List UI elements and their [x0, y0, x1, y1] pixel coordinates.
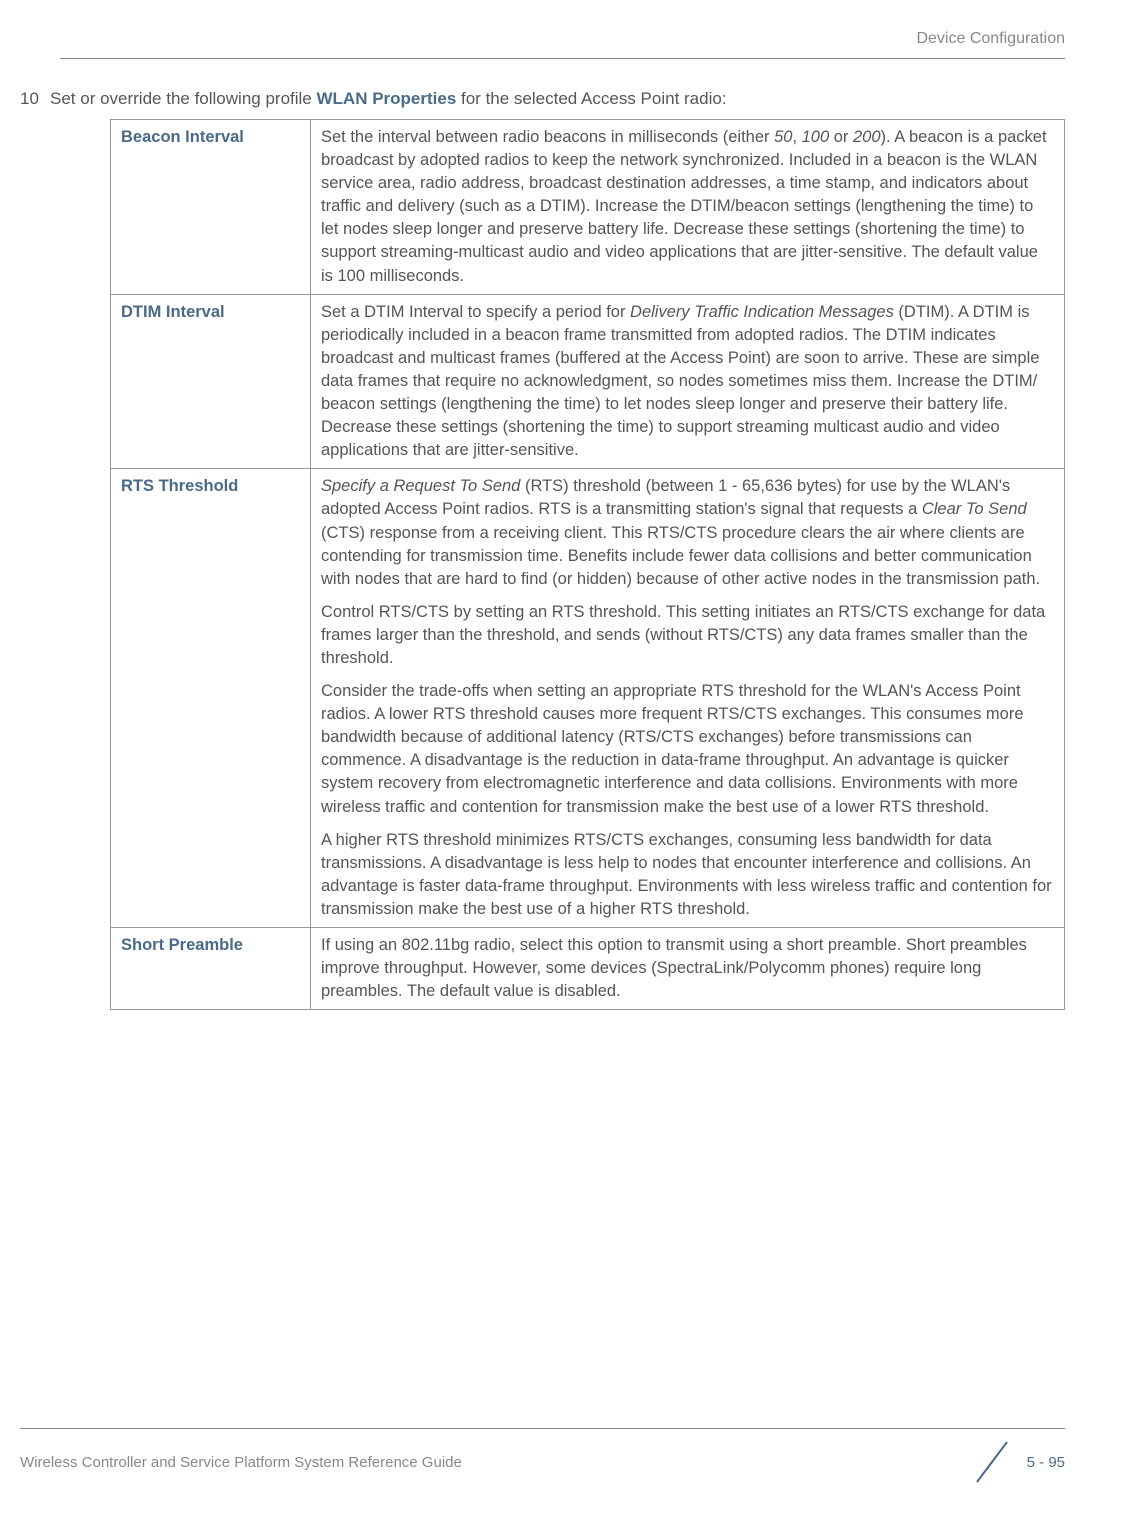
footer-text: Wireless Controller and Service Platform…: [20, 1454, 462, 1471]
text-segment: (DTIM). A DTIM is periodically included …: [321, 303, 1039, 460]
description-paragraph: Consider the trade-offs when setting an …: [321, 680, 1054, 819]
instruction-line: 10Set or override the following profile …: [20, 89, 1065, 109]
page-footer: Wireless Controller and Service Platform…: [0, 1428, 1125, 1487]
text-segment: or: [829, 128, 853, 146]
instruction-bold: WLAN Properties: [316, 89, 456, 108]
header-divider: [60, 58, 1065, 59]
table-row: Beacon Interval Set the interval between …: [111, 120, 1065, 295]
text-segment: Specify a Request To Send: [321, 477, 520, 495]
text-segment: Set a DTIM Interval to specify a period …: [321, 303, 630, 321]
description-paragraph: Set a DTIM Interval to specify a period …: [321, 301, 1054, 463]
footer-content: Wireless Controller and Service Platform…: [20, 1437, 1065, 1487]
page-header: Device Configuration: [0, 0, 1125, 58]
property-label: Short Preamble: [111, 928, 311, 1010]
wlan-properties-table: Beacon Interval Set the interval between …: [110, 119, 1065, 1010]
text-segment: Consider the trade-offs when setting an …: [321, 682, 1024, 815]
description-paragraph: A higher RTS threshold minimizes RTS/CTS…: [321, 829, 1054, 921]
text-segment: If using an 802.11bg radio, select this …: [321, 936, 1027, 1000]
text-segment: 50: [774, 128, 792, 146]
property-description: Set a DTIM Interval to specify a period …: [311, 294, 1065, 469]
table-row: RTS ThresholdSpecify a Request To Send (…: [111, 469, 1065, 928]
footer-divider: [20, 1428, 1065, 1429]
description-paragraph: Specify a Request To Send (RTS) threshol…: [321, 475, 1054, 590]
text-segment: Control RTS/CTS by setting an RTS thresh…: [321, 603, 1045, 667]
property-label: DTIM Interval: [111, 294, 311, 469]
property-description: If using an 802.11bg radio, select this …: [311, 928, 1065, 1010]
instruction-suffix: for the selected Access Point radio:: [456, 89, 726, 108]
text-segment: A higher RTS threshold minimizes RTS/CTS…: [321, 831, 1052, 918]
text-segment: ). A beacon is a packet broadcast by ado…: [321, 128, 1047, 285]
description-paragraph: If using an 802.11bg radio, select this …: [321, 934, 1054, 1003]
page-number: 5 - 95: [1027, 1454, 1065, 1471]
header-section-title: Device Configuration: [916, 30, 1065, 47]
text-segment: Clear To Send: [922, 500, 1027, 518]
instruction-text: Set or override the following profile WL…: [50, 89, 727, 108]
table-row: Short PreambleIf using an 802.11bg radio…: [111, 928, 1065, 1010]
text-segment: 200: [853, 128, 881, 146]
description-paragraph: Control RTS/CTS by setting an RTS thresh…: [321, 601, 1054, 670]
text-segment: Set the interval between radio beacons i…: [321, 128, 774, 146]
instruction-prefix: Set or override the following profile: [50, 89, 316, 108]
property-label: Beacon Interval: [111, 120, 311, 295]
instruction-number: 10: [20, 89, 50, 109]
page-slash-icon: [967, 1437, 1017, 1487]
page-number-container: 5 - 95: [967, 1437, 1065, 1487]
property-description: Specify a Request To Send (RTS) threshol…: [311, 469, 1065, 928]
text-segment: (CTS) response from a receiving client. …: [321, 524, 1040, 588]
text-segment: 100: [802, 128, 830, 146]
text-segment: ,: [792, 128, 801, 146]
text-segment: Delivery Traffic Indication Messages: [630, 303, 894, 321]
property-label: RTS Threshold: [111, 469, 311, 928]
description-paragraph: Set the interval between radio beacons i…: [321, 126, 1054, 288]
table-row: DTIM Interval Set a DTIM Interval to spec…: [111, 294, 1065, 469]
property-description: Set the interval between radio beacons i…: [311, 120, 1065, 295]
page-content: 10Set or override the following profile …: [0, 89, 1125, 1010]
